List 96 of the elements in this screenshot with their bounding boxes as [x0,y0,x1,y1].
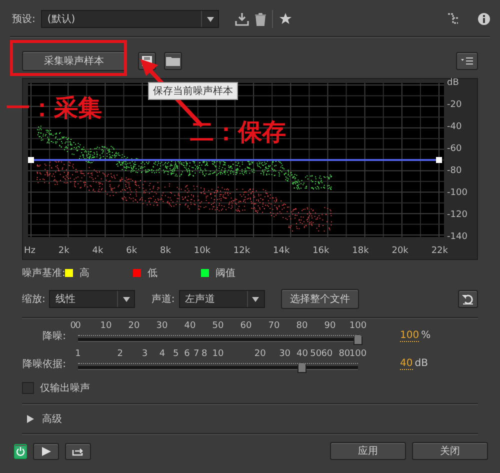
slider-tick-label: 20 [128,321,140,331]
slider-tick-label: 2 [117,349,123,359]
slider-tick-label: 40 [296,349,308,359]
db-axis-label: -40 [447,122,463,132]
frequency-axis-label: 12k [233,246,250,256]
select-file-button[interactable]: 选择整个文件 [280,289,359,309]
slider-unit: dB [414,358,428,370]
db-axis-label: -80 [447,166,463,176]
export-icon [72,446,84,456]
caret-icon [252,296,260,302]
slider-tick-label: 20 [254,349,266,359]
frequency-axis-label: 6k [126,246,138,256]
preset-label: 预设: [12,13,36,26]
slider-thumb[interactable] [298,362,306,373]
reset-button[interactable] [458,290,478,308]
slider-tick-label: 80 [296,321,308,331]
db-axis-label: -60 [447,144,463,154]
slider-tick-label: 1 [75,349,81,359]
slider-tick-label: 50 [310,349,322,359]
slider-tick-label: 10 [100,321,112,331]
capture-noise-button[interactable]: 采集噪声样本 [22,51,126,71]
slider-label: 降噪依据: [22,358,66,371]
slider-tick-label: 60 [240,321,252,331]
slider-tick-label: 80 [338,349,350,359]
legend-text: 高 [79,266,90,280]
db-axis-label: -100 [447,188,468,198]
trash-icon[interactable] [255,12,266,26]
frequency-axis-label: 16k [312,246,330,256]
expand-triangle-icon[interactable] [27,415,34,423]
slider-tick-label: 30 [156,321,168,331]
slider-tick-label: 0 [70,321,76,331]
folder-icon [166,56,180,66]
caret-icon [206,16,214,22]
play-icon [42,446,50,456]
star-icon[interactable] [279,13,292,25]
folder-button[interactable] [164,52,182,70]
dialog-button[interactable]: 应用 [330,442,406,460]
checkbox[interactable] [22,382,34,394]
db-axis-label: dB [447,78,460,88]
slider-tick-label: 4 [159,349,166,359]
legend-text: 低 [147,267,158,280]
slider-tick-label: 60 [321,349,333,359]
scale-label: 缩放: [22,292,46,306]
threshold-line[interactable] [28,157,442,163]
channel-label: 声道: [151,292,175,306]
slider-tick-label: 50 [212,321,224,331]
frequency-axis-label: 14k [273,246,290,256]
slider-value[interactable]: 100 [400,330,420,342]
frequency-axis-label: 18k [352,246,369,256]
slider-thumb[interactable] [354,334,362,345]
tooltip: 保存当前噪声样本 [148,82,238,100]
slider-tick-label: 3 [142,349,148,359]
slider-tick-label: 10 [212,349,224,359]
slider-tick-label: 30 [279,349,291,359]
slider-tick-label: 7 [193,349,200,359]
preset-dropdown[interactable]: (默认) [41,10,220,28]
advanced-label[interactable]: 高级 [42,412,62,426]
frequency-axis-label: 8k [160,246,171,256]
power-button[interactable] [14,444,27,458]
db-axis-label: -120 [447,210,468,220]
menu-button[interactable] [456,52,478,70]
slider-tick-label: 6 [184,349,190,359]
info-icon[interactable] [478,13,490,25]
slider-tick-label: 0 [75,321,81,331]
caret-icon [122,296,130,302]
power-icon [16,446,25,456]
slider-tick-label: 40 [184,321,196,331]
slider-tick-label: 100 [349,321,367,331]
checkbox-label: 仅输出噪声 [40,382,90,395]
annotation-text: 一：采集 [6,94,102,122]
slider-tick-label: 100 [349,349,367,359]
slider-tick-label: 8 [202,349,208,359]
frequency-axis-label: 22k [431,246,448,256]
legend-text: 阈值 [215,267,236,280]
db-axis-label: -140 [447,232,468,242]
frequency-axis-label: 20k [392,246,408,256]
dialog-button[interactable]: 关闭 [412,442,488,460]
download-icon[interactable] [235,12,250,26]
frequency-axis-label: 10k [194,246,211,256]
menu-icon [461,57,473,65]
slider-tick-label: 5 [172,349,179,359]
channel-dropdown[interactable]: 左声道 [178,290,265,308]
db-axis-label: -20 [447,100,463,110]
slider-tick-label: 90 [324,321,336,331]
slider-unit: % [421,330,431,342]
slider-value[interactable]: 40 [400,358,413,370]
legend-label: 噪声基准: [22,266,66,280]
slider-tick-label: 70 [268,321,280,331]
play-button[interactable] [33,442,59,460]
slider-label: 降噪: [42,330,66,343]
reset-icon [462,294,474,304]
frequency-axis-label: 4k [92,246,104,256]
export-button[interactable] [65,442,91,460]
scale-dropdown[interactable]: 线性 [49,290,136,308]
frequency-axis-label: Hz [24,246,36,256]
frequency-axis-label: 2k [58,246,70,256]
